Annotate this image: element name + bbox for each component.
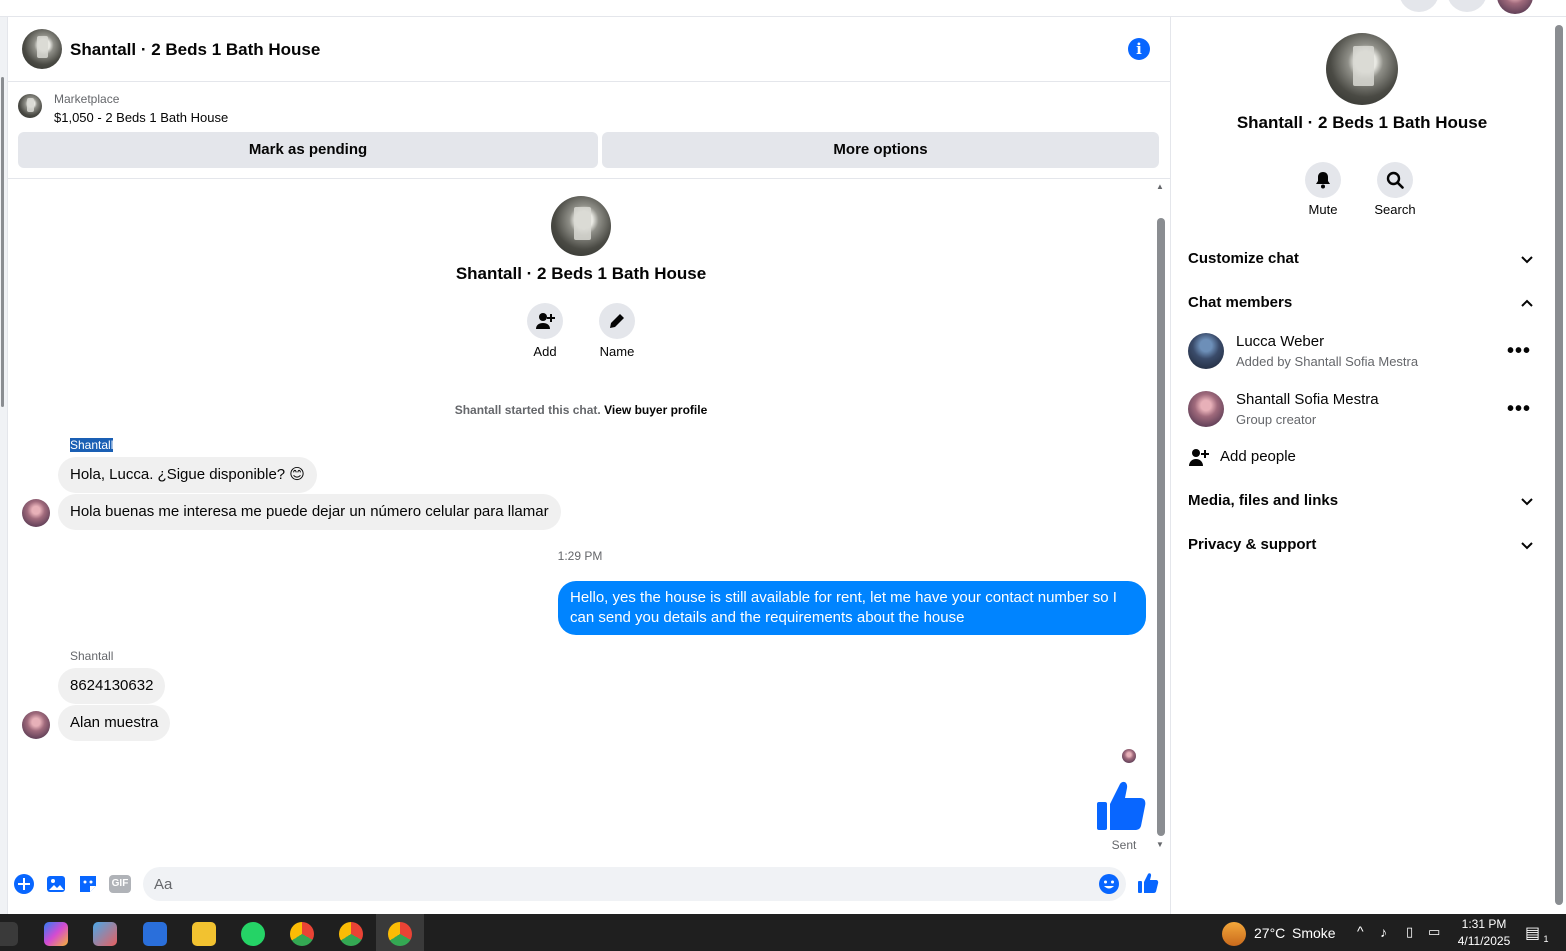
bell-icon: [1316, 172, 1330, 189]
chevron-down-icon[interactable]: [1520, 253, 1534, 267]
account-avatar[interactable]: [1497, 0, 1533, 14]
copilot-icon[interactable]: [44, 922, 68, 946]
group-avatar[interactable]: [22, 29, 62, 69]
sender-name: Shantall: [70, 438, 114, 452]
sender-name: Shantall: [70, 649, 114, 663]
customize-chat-section[interactable]: Customize chat: [1188, 250, 1299, 267]
message-bubble[interactable]: Hola buenas me interesa me puede dejar u…: [58, 494, 561, 530]
member-name[interactable]: Lucca Weber: [1236, 333, 1324, 350]
windows-taskbar: 27°C Smoke ^ ♪ ▯ ▭ 1:31 PM 4/11/2025 ▤ 1: [0, 914, 1566, 951]
message-bubble[interactable]: Alan muestra: [58, 705, 171, 741]
intro-group-avatar: [551, 196, 611, 256]
add-person-icon: [536, 313, 555, 329]
menu-button[interactable]: [1399, 0, 1439, 12]
clock-time[interactable]: 1:31 PM: [1448, 917, 1520, 931]
search-icon: [1386, 171, 1404, 189]
network-icon[interactable]: ▭: [1428, 924, 1440, 940]
add-people-button[interactable]: Add people: [1220, 448, 1296, 465]
speaker-icon[interactable]: ♪: [1380, 924, 1387, 940]
thumbs-up-icon[interactable]: [1096, 780, 1146, 832]
pencil-icon: [610, 314, 624, 328]
chat-title[interactable]: Shantall · 2 Beds 1 Bath House: [70, 40, 320, 60]
chevron-down-icon[interactable]: [1520, 495, 1534, 509]
photo-icon[interactable]: [45, 873, 67, 895]
media-files-section[interactable]: Media, files and links: [1188, 492, 1338, 509]
battery-icon[interactable]: ▯: [1406, 924, 1413, 940]
mark-as-pending-button[interactable]: Mark as pending: [18, 132, 598, 168]
clock-date[interactable]: 4/11/2025: [1448, 934, 1520, 948]
paint-icon[interactable]: [93, 922, 117, 946]
view-buyer-profile-link[interactable]: View buyer profile: [604, 403, 707, 417]
chat-started-notice: Shantall started this chat. View buyer p…: [381, 403, 781, 417]
message-timestamp: 1:29 PM: [557, 549, 603, 563]
whatsapp-icon[interactable]: [241, 922, 265, 946]
message-input[interactable]: [143, 867, 1063, 901]
mute-label: Mute: [1308, 202, 1338, 217]
intro-title: Shantall · 2 Beds 1 Bath House: [455, 264, 707, 283]
task-view-icon[interactable]: [0, 922, 18, 946]
chevron-up-icon[interactable]: [1520, 296, 1534, 310]
search-button[interactable]: [1377, 162, 1413, 198]
notification-icon[interactable]: ▤: [1525, 923, 1540, 943]
header-divider: [7, 81, 1171, 82]
search-label: Search: [1374, 202, 1416, 217]
mute-button[interactable]: [1305, 162, 1341, 198]
chrome-icon[interactable]: [290, 922, 314, 946]
more-icon[interactable]: •••: [1507, 399, 1531, 419]
file-explorer-icon[interactable]: [192, 922, 216, 946]
my-message-bubble[interactable]: Hello, yes the house is still available …: [558, 581, 1146, 635]
details-group-avatar[interactable]: [1326, 33, 1398, 105]
chevron-down-icon[interactable]: [1520, 539, 1534, 553]
more-options-button[interactable]: More options: [602, 132, 1159, 168]
chevron-up-icon[interactable]: ^: [1357, 923, 1364, 939]
read-receipt-avatar: [1122, 749, 1136, 763]
sticker-icon[interactable]: [77, 873, 99, 895]
sender-avatar[interactable]: [22, 499, 50, 527]
page-scrollbar[interactable]: [1552, 17, 1566, 914]
notifications-button[interactable]: [1447, 0, 1487, 12]
chrome-icon[interactable]: [388, 922, 412, 946]
member-avatar[interactable]: [1188, 391, 1224, 427]
listing-item[interactable]: $1,050 - 2 Beds 1 Bath House: [54, 110, 228, 125]
sender-avatar[interactable]: [22, 711, 50, 739]
privacy-support-section[interactable]: Privacy & support: [1188, 536, 1316, 553]
top-navigation-strip: [0, 0, 1566, 17]
name-label: Name: [599, 344, 635, 359]
left-scrollbar[interactable]: [0, 17, 7, 914]
started-text: Shantall started this chat.: [454, 403, 601, 417]
info-icon[interactable]: i: [1128, 38, 1150, 60]
add-label: Add: [533, 344, 557, 359]
notification-count: 1: [1543, 934, 1549, 944]
message-composer[interactable]: [143, 867, 1126, 901]
weather-temp[interactable]: 27°C: [1254, 925, 1285, 941]
chat-scrollbar[interactable]: ▲ ▼: [1155, 180, 1167, 850]
add-member-button[interactable]: [527, 303, 563, 339]
member-subtitle: Added by Shantall Sofia Mestra: [1236, 354, 1419, 369]
weather-icon[interactable]: [1222, 922, 1246, 946]
calculator-icon[interactable]: [143, 922, 167, 946]
details-title: Shantall · 2 Beds 1 Bath House: [1236, 113, 1488, 132]
add-people-icon[interactable]: [1188, 447, 1210, 467]
member-name[interactable]: Shantall Sofia Mestra: [1236, 391, 1379, 408]
edit-name-button[interactable]: [599, 303, 635, 339]
message-bubble[interactable]: 8624130632: [58, 668, 166, 704]
chat-details-panel: [1172, 17, 1552, 914]
message-bubble[interactable]: Hola, Lucca. ¿Sigue disponible? 😊: [58, 457, 317, 493]
listing-divider: [7, 178, 1171, 179]
sent-status: Sent: [1111, 838, 1137, 852]
member-avatar[interactable]: [1188, 333, 1224, 369]
gif-button[interactable]: GIF: [109, 875, 131, 893]
member-subtitle: Group creator: [1236, 412, 1317, 427]
listing-thumbnail[interactable]: [18, 94, 42, 118]
chrome-icon[interactable]: [339, 922, 363, 946]
more-icon[interactable]: •••: [1507, 341, 1531, 361]
chat-members-section[interactable]: Chat members: [1188, 294, 1292, 311]
listing-source: Marketplace: [54, 92, 120, 106]
like-send-icon[interactable]: [1137, 872, 1159, 894]
emoji-icon[interactable]: [1098, 873, 1120, 895]
plus-icon[interactable]: [13, 873, 35, 895]
weather-condition[interactable]: Smoke: [1292, 925, 1336, 941]
